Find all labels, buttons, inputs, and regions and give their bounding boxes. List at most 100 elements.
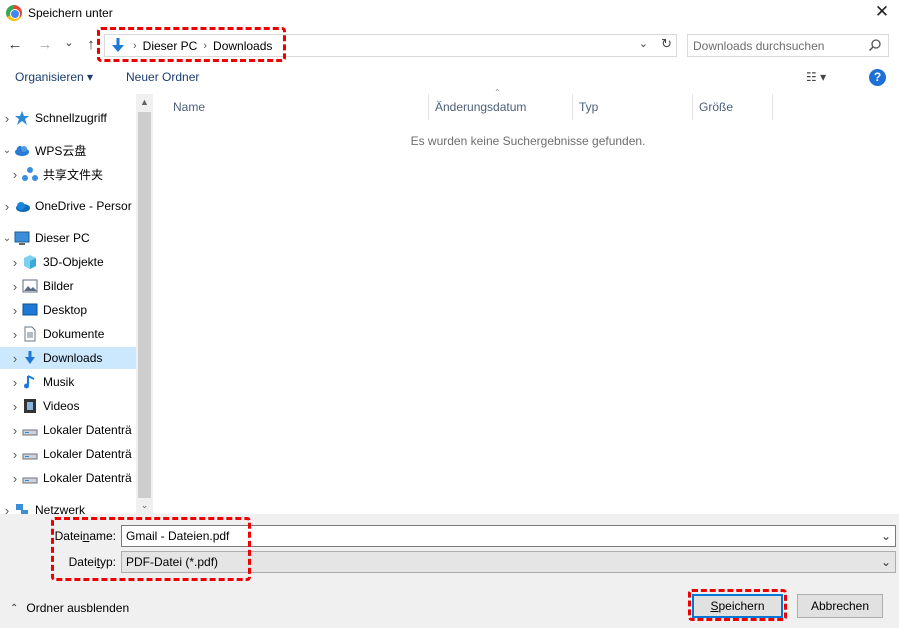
tree-item-dokumente[interactable]: › Dokumente: [0, 323, 136, 345]
tree-item-label: Downloads: [43, 351, 103, 365]
tree-item-label: Netzwerk: [35, 503, 86, 514]
scroll-up-icon[interactable]: ▲: [136, 94, 153, 111]
breadcrumb-downloads[interactable]: Downloads: [213, 39, 272, 53]
tree-item-lokaler-datentr-[interactable]: › Lokaler Datenträ: [0, 467, 136, 489]
column-header-name[interactable]: Name: [167, 94, 429, 120]
tree-item-desktop[interactable]: › Desktop: [0, 299, 136, 321]
back-arrow-icon[interactable]: ←: [6, 34, 24, 56]
help-icon[interactable]: ?: [869, 69, 886, 86]
chevron-right-icon[interactable]: ›: [8, 255, 22, 270]
forward-arrow-icon[interactable]: →: [36, 34, 54, 56]
refresh-icon[interactable]: ↻: [661, 36, 672, 52]
search-box[interactable]: [687, 34, 889, 57]
window-title: Speichern unter: [28, 6, 113, 20]
picture-icon: [22, 278, 38, 294]
breadcrumb-dieser-pc[interactable]: Dieser PC: [143, 39, 198, 53]
tree-item-label: 3D-Objekte: [43, 255, 104, 269]
document-icon: [22, 326, 38, 342]
tree-item-3d-objekte[interactable]: › 3D-Objekte: [0, 251, 136, 273]
scroll-down-icon[interactable]: ⌄: [136, 497, 153, 514]
cancel-button[interactable]: Abbrechen: [797, 594, 883, 618]
tree-item-onedrive-persor[interactable]: › OneDrive - Persor: [0, 195, 136, 217]
column-header-size[interactable]: Größe: [693, 94, 773, 120]
filetype-select[interactable]: PDF-Datei (*.pdf) ⌄: [121, 551, 896, 573]
chevron-right-icon[interactable]: ›: [8, 423, 22, 438]
up-arrow-icon[interactable]: ↑: [82, 34, 100, 56]
chevron-right-icon[interactable]: ›: [8, 303, 22, 318]
desktop-icon: [22, 302, 38, 318]
chevron-right-icon[interactable]: ›: [8, 375, 22, 390]
filename-field[interactable]: Gmail - Dateien.pdf ⌄: [121, 525, 896, 547]
tree-item-dieser-pc[interactable]: ⌄ Dieser PC: [0, 227, 136, 249]
address-bar[interactable]: › Dieser PC › Downloads ⌄ ↻: [104, 34, 677, 57]
chevron-down-icon[interactable]: ⌄: [0, 233, 14, 244]
tree-item-label: 共享文件夹: [43, 167, 104, 182]
chevron-right-icon[interactable]: ›: [8, 351, 22, 366]
tree-item-lokaler-datentr-[interactable]: › Lokaler Datenträ: [0, 443, 136, 465]
filetype-label: Dateityp:: [68, 555, 116, 569]
navigation-pane: › Schnellzugriff ⌄ WPS云盘 › 共享文件夹 › OneDrive - P…: [0, 94, 153, 514]
tree-item-downloads[interactable]: › Downloads: [0, 347, 136, 369]
filename-row: Dateiname: Gmail - Dateien.pdf ⌄: [0, 525, 899, 547]
scroll-thumb[interactable]: [138, 112, 151, 498]
view-options-icon[interactable]: ☷ ▾: [806, 70, 826, 84]
tree-item-label: Videos: [43, 399, 80, 413]
chevron-right-icon[interactable]: ›: [8, 471, 22, 486]
tree-item-schnellzugriff[interactable]: › Schnellzugriff: [0, 107, 136, 129]
onedrive-icon: [14, 198, 30, 214]
drive-icon: [22, 446, 38, 462]
drive-icon: [22, 470, 38, 486]
music-icon: [22, 374, 38, 390]
column-header-modified[interactable]: Änderungsdatum: [429, 94, 573, 120]
new-folder-button[interactable]: Neuer Ordner: [126, 70, 199, 84]
tree-item-共享文件夹[interactable]: › 共享文件夹: [0, 163, 136, 185]
chevron-right-icon[interactable]: ›: [8, 399, 22, 414]
tree-item-label: WPS云盘: [35, 143, 87, 158]
tree-item-lokaler-datentr-[interactable]: › Lokaler Datenträ: [0, 419, 136, 441]
filetype-row: Dateityp: PDF-Datei (*.pdf) ⌄: [0, 551, 899, 573]
tree-item-label: Lokaler Datenträ: [43, 447, 132, 461]
tree-item-wps云盘[interactable]: ⌄ WPS云盘: [0, 139, 136, 161]
chevron-right-icon[interactable]: ›: [0, 111, 14, 126]
chrome-app-icon: [6, 5, 22, 21]
network-icon: [14, 502, 30, 514]
tree-item-label: Bilder: [43, 279, 74, 293]
tree-item-musik[interactable]: › Musik: [0, 371, 136, 393]
hide-folders-button[interactable]: ⌃ Ordner ausblenden: [10, 601, 129, 615]
organize-button[interactable]: Organisieren ▾: [15, 70, 93, 84]
tree-scrollbar[interactable]: ▲ ⌄: [136, 94, 153, 514]
save-button[interactable]: Speichern: [692, 594, 783, 618]
filename-dropdown-icon[interactable]: ⌄: [881, 529, 891, 543]
chevron-up-icon: ⌃: [10, 602, 19, 614]
search-icon[interactable]: [868, 38, 882, 52]
navigation-bar: ← → ⌄ ↑ › Dieser PC › Downloads ⌄ ↻: [0, 30, 899, 60]
tree-item-bilder[interactable]: › Bilder: [0, 275, 136, 297]
drive-icon: [22, 422, 38, 438]
filename-value[interactable]: Gmail - Dateien.pdf: [126, 529, 229, 543]
chevron-right-icon[interactable]: ›: [8, 167, 22, 182]
share-icon: [22, 166, 38, 182]
chevron-right-icon[interactable]: ›: [0, 199, 14, 214]
hide-folders-label: Ordner ausblenden: [26, 601, 130, 615]
command-toolbar: Organisieren ▾ Neuer Ordner ☷ ▾: [0, 64, 899, 92]
address-dropdown-icon[interactable]: ⌄: [639, 37, 648, 50]
column-header-type[interactable]: Typ: [573, 94, 693, 120]
sort-caret-icon: ⌃: [494, 88, 501, 97]
tree-item-videos[interactable]: › Videos: [0, 395, 136, 417]
chevron-right-icon[interactable]: ›: [8, 447, 22, 462]
tree-item-netzwerk[interactable]: › Netzwerk: [0, 499, 136, 514]
recent-locations-chevron-icon[interactable]: ⌄: [60, 32, 78, 54]
filetype-dropdown-icon[interactable]: ⌄: [881, 555, 891, 569]
cloud-icon: [14, 142, 30, 158]
close-icon[interactable]: ✕: [871, 2, 893, 24]
search-input[interactable]: [693, 38, 863, 53]
file-list-pane[interactable]: Name Änderungsdatum Typ Größe ⌃ Es wurde…: [153, 88, 899, 514]
chevron-right-icon[interactable]: ›: [8, 327, 22, 342]
tree-item-label: OneDrive - Persor: [35, 199, 132, 213]
chevron-down-icon[interactable]: ⌄: [0, 145, 14, 156]
chevron-right-icon[interactable]: ›: [0, 503, 14, 515]
filetype-value: PDF-Datei (*.pdf): [126, 555, 219, 569]
chevron-right-icon[interactable]: ›: [8, 279, 22, 294]
breadcrumb-separator-icon: ›: [203, 39, 208, 52]
download-icon: [22, 350, 38, 366]
